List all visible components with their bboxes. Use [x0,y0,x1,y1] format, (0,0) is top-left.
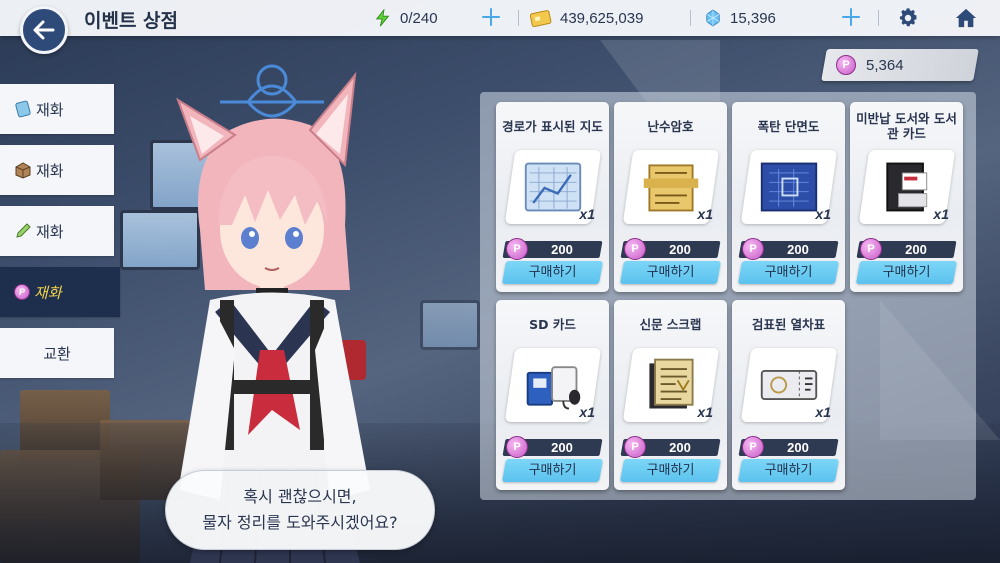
page-title: 이벤트 상점 [84,10,179,32]
sidebar-item-label: 교환 [43,344,71,363]
sidebar-item-label: 재화 [36,100,64,119]
shop-item-name: 난수암호 [647,118,694,134]
lightning-icon [374,9,392,27]
gems-value: 15,396 [730,9,776,27]
back-button[interactable] [20,6,68,54]
p-coin-icon: P [14,284,30,300]
arrow-left-icon [33,20,55,40]
buy-button-label[interactable]: 구매하기 [740,459,837,482]
p-coin-icon: P [624,238,646,260]
shop-item-name: 미반납 도서와 도서관 카드 [856,111,957,141]
pencil-icon [14,222,32,240]
shop-item-quantity: x1 [579,206,595,222]
p-coin-icon: P [624,436,646,458]
book-icon [872,154,942,220]
ap-counter: 0/240 [374,8,438,28]
box-icon [14,161,32,179]
p-coin-icon: P [860,238,882,260]
sidebar-item-currency-1[interactable]: 재화 [0,84,114,134]
speech-bubble[interactable]: 혹시 괜찮으시면, 물자 정리를 도와주시겠어요? [165,470,435,550]
shop-item-name: 경로가 표시된 지도 [502,118,603,134]
shop-item-quantity: x1 [815,404,831,420]
sidebar-item-currency-2[interactable]: 재화 [0,145,114,195]
shop-item-quantity: x1 [697,404,713,420]
shop-item-price: 200 [669,440,691,455]
shop-item-card[interactable]: 검표된 열차표 x1 P 200 구매하기 [732,300,845,490]
add-gems-button[interactable] [840,6,862,28]
buy-button-label[interactable]: 구매하기 [622,261,719,284]
shop-item-card[interactable]: 신문 스크랩 x1 P 200 구매하기 [614,300,727,490]
shop-item-price: 200 [787,440,809,455]
buy-button-label[interactable]: 구매하기 [740,261,837,284]
home-icon[interactable] [954,6,978,30]
buy-button-label[interactable]: 구매하기 [622,459,719,482]
sidebar-item-exchange[interactable]: 교환 [0,328,114,378]
shop-item-price: 200 [905,242,927,257]
divider [690,10,691,26]
blueprint-icon [754,154,824,220]
shop-item-card[interactable]: 폭탄 단면도 x1 P 200 구매하기 [732,102,845,292]
p-coin-icon: P [506,436,528,458]
shop-item-price: 200 [669,242,691,257]
buy-button-label[interactable]: 구매하기 [504,459,601,482]
sidebar-item-currency-3[interactable]: 재화 [0,206,114,256]
credits-counter: 439,625,039 [530,8,643,28]
sidebar-item-label: 재화 [34,283,62,302]
map-icon [518,154,588,220]
top-bar: 이벤트 상점 0/240 439,625,039 15,396 [0,0,1000,36]
buy-button-label[interactable]: 구매하기 [858,261,955,284]
p-coin-icon: P [742,436,764,458]
halo [220,64,324,118]
shop-item-card[interactable]: 미반납 도서와 도서관 카드 x1 P 200 구매하기 [850,102,963,292]
buy-button-label[interactable]: 구매하기 [504,261,601,284]
divider [518,10,519,26]
shop-item-name: 폭탄 단면도 [757,118,820,134]
ap-value: 0/240 [400,9,438,27]
gems-counter: 15,396 [704,8,776,28]
shop-item-card[interactable]: 난수암호 x1 P 200 구매하기 [614,102,727,292]
sd-card-icon [518,352,588,418]
shop-item-name: 신문 스크랩 [639,316,702,332]
shop-item-price: 200 [551,440,573,455]
cipher-scroll-icon [636,154,706,220]
shop-item-quantity: x1 [579,404,595,420]
shop-item-card[interactable]: 경로가 표시된 지도 x1 P 200 구매하기 [496,102,609,292]
shop-item-name: 검표된 열차표 [751,316,826,332]
sidebar-item-label: 재화 [36,161,64,180]
shop-item-price: 200 [551,242,573,257]
shop-item-quantity: x1 [815,206,831,222]
shop-item-name: SD 카드 [529,316,576,332]
event-currency-display: P 5,364 [836,49,904,81]
credits-value: 439,625,039 [560,9,644,27]
credit-card-icon [530,9,552,27]
shop-item-quantity: x1 [933,206,949,222]
event-currency-amount: 5,364 [866,56,904,74]
sidebar-item-currency-active[interactable]: P 재화 [0,267,120,317]
p-coin-icon: P [836,55,856,75]
shop-item-price: 200 [787,242,809,257]
divider [878,10,879,26]
sidebar-item-label: 재화 [36,222,64,241]
crystal-icon [704,9,722,27]
newspaper-icon [636,352,706,418]
shop-item-card[interactable]: SD 카드 x1 P 200 구매하기 [496,300,609,490]
add-ap-button[interactable] [480,6,502,28]
p-coin-icon: P [742,238,764,260]
p-coin-icon: P [506,238,528,260]
shop-item-quantity: x1 [697,206,713,222]
gear-icon[interactable] [896,6,920,30]
dialogue-line-2: 물자 정리를 도와주시겠어요? [202,513,398,532]
ticket-icon [754,352,824,418]
blue-card-icon [14,100,32,118]
dialogue-line-1: 혹시 괜찮으시면, [243,487,357,506]
